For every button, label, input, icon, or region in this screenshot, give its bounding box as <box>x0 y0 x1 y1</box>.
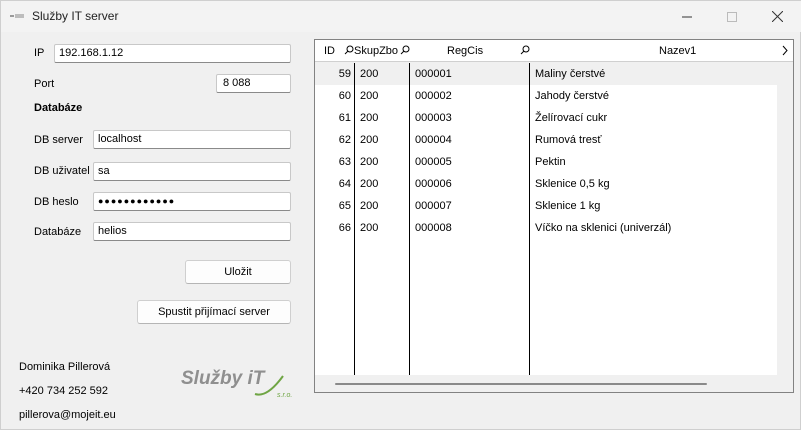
column-header-nazev1[interactable]: Nazev1 <box>659 40 696 62</box>
cell-nazev1: Jahody čerstvé <box>535 90 609 102</box>
table-row[interactable]: 62 200 000004 Rumová tresť <box>315 129 777 151</box>
app-window: Služby IT server IP 192.168.1.12 Port 8 … <box>0 0 801 430</box>
cell-skupzbo: 200 <box>360 68 379 80</box>
save-button[interactable]: Uložit <box>185 260 291 284</box>
horizontal-scrollbar-thumb[interactable] <box>335 383 707 385</box>
cell-skupzbo: 200 <box>360 112 379 124</box>
cell-id: 64 <box>338 178 351 190</box>
logo-sro: s.r.o. <box>277 392 293 399</box>
maximize-icon <box>727 11 737 22</box>
cell-nazev1: Sklenice 0,5 kg <box>535 178 610 190</box>
title-bar[interactable]: Služby IT server <box>1 1 801 32</box>
cell-regcis: 000001 <box>415 68 452 80</box>
table-row[interactable]: 65 200 000007 Sklenice 1 kg <box>315 195 777 217</box>
table-row[interactable]: 59 200 000001 Maliny čerstvé <box>315 63 777 85</box>
search-icon[interactable] <box>344 45 354 55</box>
cell-skupzbo: 200 <box>360 200 379 212</box>
table-row[interactable]: 63 200 000005 Pektin <box>315 151 777 173</box>
column-divider <box>409 63 410 375</box>
db-section-heading: Databáze <box>34 102 83 114</box>
data-grid[interactable]: ID SkupZbo RegCis Nazev1 59 200 000001 Mali… <box>314 39 794 393</box>
contact-name: Dominika Pillerová <box>19 361 111 373</box>
minimize-icon <box>682 16 692 17</box>
cell-skupzbo: 200 <box>360 222 379 234</box>
column-header-id[interactable]: ID <box>324 40 335 62</box>
grid-body: 59 200 000001 Maliny čerstvé 60 200 000002 Jaho… <box>315 63 777 375</box>
cell-regcis: 000002 <box>415 90 452 102</box>
table-row[interactable]: 60 200 000002 Jahody čerstvé <box>315 85 777 107</box>
cell-skupzbo: 200 <box>360 134 379 146</box>
ip-label: IP <box>34 47 45 59</box>
cell-regcis: 000004 <box>415 134 452 146</box>
maximize-button[interactable] <box>709 1 755 32</box>
db-name-label: Databáze <box>34 226 82 238</box>
cell-id: 60 <box>338 90 351 102</box>
company-logo: Služby iT s.r.o. <box>181 368 293 402</box>
cell-nazev1: Pektin <box>535 156 566 168</box>
cell-id: 65 <box>338 200 351 212</box>
cell-id: 62 <box>338 134 351 146</box>
search-icon[interactable] <box>400 45 410 55</box>
table-row[interactable]: 61 200 000003 Želírovací cukr <box>315 107 777 129</box>
minimize-button[interactable] <box>664 1 710 32</box>
column-header-skupzbo[interactable]: SkupZbo <box>354 40 398 62</box>
cell-regcis: 000006 <box>415 178 452 190</box>
table-row[interactable]: 66 200 000008 Víčko na sklenici (univerzál) <box>315 217 777 239</box>
db-user-label: DB uživatel <box>34 165 90 177</box>
cell-nazev1: Maliny čerstvé <box>535 68 606 80</box>
db-user-input[interactable]: sa <box>93 162 291 181</box>
horizontal-scrollbar[interactable] <box>315 375 793 392</box>
table-row[interactable]: 64 200 000006 Sklenice 0,5 kg <box>315 173 777 195</box>
cell-regcis: 000008 <box>415 222 452 234</box>
cell-skupzbo: 200 <box>360 156 379 168</box>
cell-id: 66 <box>338 222 351 234</box>
cell-nazev1: Želírovací cukr <box>535 112 608 124</box>
port-label: Port <box>34 78 55 90</box>
cell-regcis: 000005 <box>415 156 452 168</box>
column-divider <box>354 63 355 375</box>
column-header-regcis[interactable]: RegCis <box>447 40 483 62</box>
db-server-label: DB server <box>34 134 83 146</box>
port-input[interactable]: 8 088 <box>216 74 291 93</box>
cell-id: 59 <box>338 68 351 80</box>
close-icon <box>771 11 783 22</box>
db-name-input[interactable]: helios <box>93 222 291 241</box>
cell-nazev1: Rumová tresť <box>535 134 602 146</box>
contact-phone: +420 734 252 592 <box>19 385 109 397</box>
db-server-input[interactable]: localhost <box>93 130 291 149</box>
cell-nazev1: Víčko na sklenici (univerzál) <box>535 222 672 234</box>
search-icon[interactable] <box>520 45 530 55</box>
ip-input[interactable]: 192.168.1.12 <box>54 44 291 63</box>
chevron-right-icon[interactable] <box>781 45 789 56</box>
db-password-label: DB heslo <box>34 196 79 208</box>
db-password-input[interactable]: ●●●●●●●●●●●● <box>93 192 291 211</box>
cell-id: 63 <box>338 156 351 168</box>
start-server-button[interactable]: Spustit přijímací server <box>137 300 291 324</box>
cell-regcis: 000007 <box>415 200 452 212</box>
column-divider <box>529 63 530 375</box>
cell-skupzbo: 200 <box>360 178 379 190</box>
logo-text: Služby iT <box>181 368 265 389</box>
cell-skupzbo: 200 <box>360 90 379 102</box>
contact-email: pillerova@mojeit.eu <box>19 409 116 421</box>
cell-id: 61 <box>338 112 351 124</box>
grid-header: ID SkupZbo RegCis Nazev1 <box>315 40 793 62</box>
window-title: Služby IT server <box>32 9 119 23</box>
vertical-scrollbar[interactable] <box>777 63 793 375</box>
cell-regcis: 000003 <box>415 112 452 124</box>
close-button[interactable] <box>754 1 800 32</box>
app-icon <box>10 14 24 18</box>
cell-nazev1: Sklenice 1 kg <box>535 200 601 212</box>
